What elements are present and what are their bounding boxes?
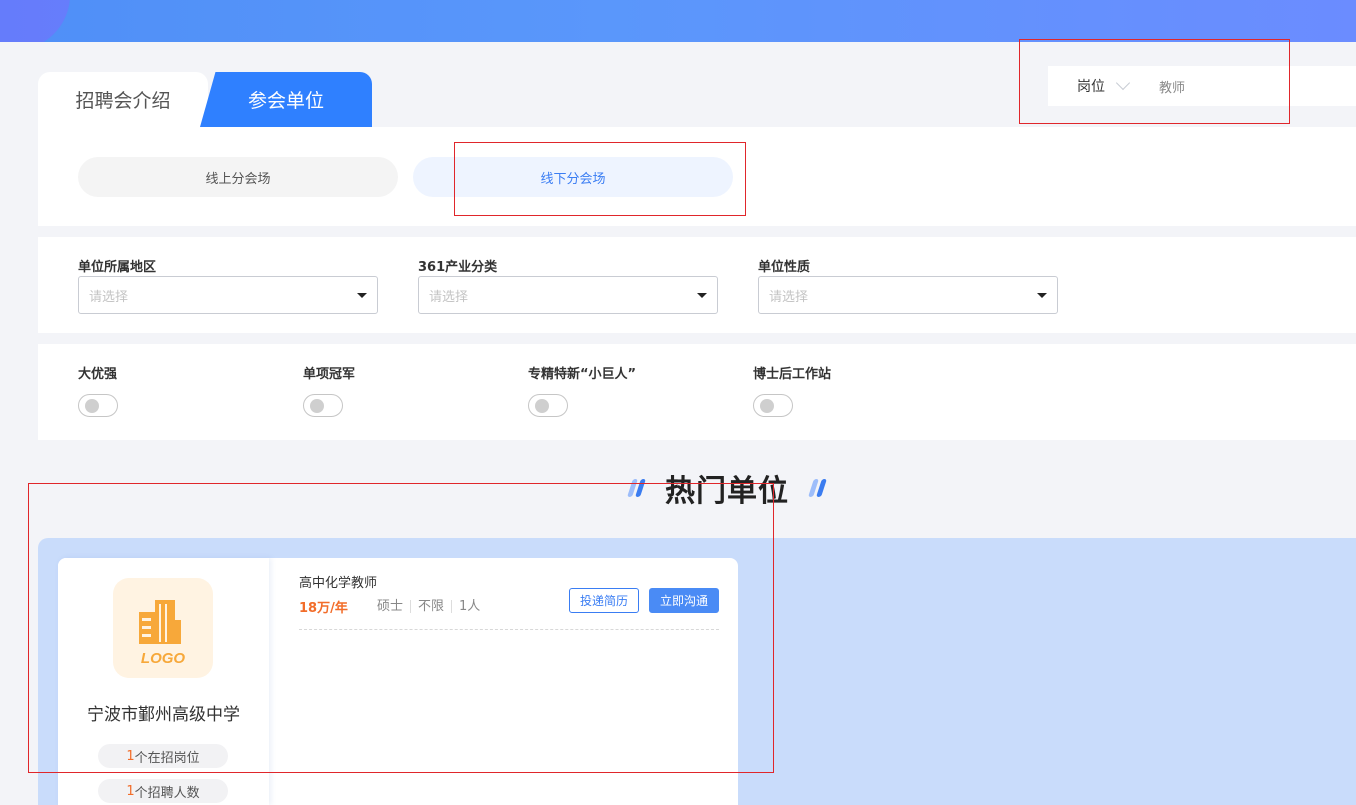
select-placeholder: 请选择 [769,289,809,305]
chevron-down-icon[interactable] [1115,78,1131,94]
hiring-count-label: 个招聘人数 [134,785,200,801]
search-category-select[interactable]: 岗位 [1077,76,1105,96]
toggle-switch[interactable] [78,394,118,417]
search-bar[interactable]: 岗位 教师 [1048,66,1356,106]
filter-panel: 单位所属地区 请选择 361产业分类 请选择 单位性质 请选择 [38,237,1356,333]
top-banner [0,0,1356,42]
toggle-label: 博士后工作站 [753,367,832,382]
online-venue-button[interactable]: 线上分会场 [78,157,398,197]
region-select[interactable]: 请选择 [78,276,378,314]
quote-mark-icon [808,479,827,497]
tab-participating-units[interactable]: 参会单位 [200,72,372,127]
toggle-group: 大优强 [78,363,118,417]
job-headcount: 1人 [451,600,487,613]
unit-summary: LOGO 宁波市鄞州高级中学 1 个在招岗位 1 个招聘人数 [58,558,269,805]
toggle-switch[interactable] [528,394,568,417]
job-experience: 不限 [410,600,451,613]
job-degree: 硕士 [377,599,404,614]
filter-label: 361产业分类 [418,260,498,275]
toggle-group: 单项冠军 [303,363,355,417]
apply-resume-button[interactable]: 投递简历 [568,588,639,613]
unit-nature-filter: 单位性质 请选择 [758,256,1058,314]
building-logo-icon: LOGO [139,600,185,666]
toggle-label: 专精特新“小巨人” [528,367,637,382]
toggle-switch[interactable] [753,394,793,417]
hiring-count: 1 [126,783,135,799]
industry-select[interactable]: 请选择 [418,276,718,314]
toggle-label: 大优强 [78,367,118,382]
filter-label: 单位所属地区 [78,260,157,275]
region-filter: 单位所属地区 请选择 [78,256,378,314]
chat-now-button[interactable]: 立即沟通 [648,588,719,613]
job-salary: 18万/年 [299,601,348,616]
toggle-group: 博士后工作站 [753,363,831,417]
caret-down-icon [1037,293,1047,298]
unit-logo: LOGO [113,578,213,678]
venue-panel: 线上分会场 线下分会场 [38,127,1356,226]
open-positions-count: 1 [126,748,135,764]
toggle-label: 单项冠军 [303,367,356,382]
select-placeholder: 请选择 [429,289,469,305]
unit-card[interactable]: LOGO 宁波市鄞州高级中学 1 个在招岗位 1 个招聘人数 高中化学教师 18万/… [58,558,738,805]
toggle-switch[interactable] [303,394,343,417]
filter-label: 单位性质 [758,260,811,275]
toggle-group: 专精特新“小巨人” [528,363,636,417]
unit-nature-select[interactable]: 请选择 [758,276,1058,314]
job-actions: 投递简历 立即沟通 [568,588,719,613]
toggle-panel: 大优强 单项冠军 专精特新“小巨人” 博士后工作站 [38,344,1356,440]
job-listing[interactable]: 高中化学教师 18万/年 硕士 不限 1人 投递简历 立即沟通 [299,572,719,630]
job-divider [299,629,719,630]
caret-down-icon [357,293,367,298]
quote-mark-icon [627,479,646,497]
hiring-count-badge: 1 个招聘人数 [98,779,228,803]
logo-text: LOGO [141,650,185,666]
tab-fair-intro[interactable]: 招聘会介绍 [38,72,208,127]
unit-name[interactable]: 宁波市鄞州高级中学 [58,700,269,725]
select-placeholder: 请选择 [89,289,129,305]
offline-venue-button[interactable]: 线下分会场 [413,157,733,197]
open-positions-label: 个在招岗位 [134,750,200,766]
section-title-text: 热门单位 [665,474,789,509]
caret-down-icon [697,293,707,298]
industry-filter: 361产业分类 请选择 [418,256,718,314]
banner-decoration [0,0,70,42]
section-title: 热门单位 [627,468,827,509]
search-input[interactable]: 教师 [1159,77,1185,96]
open-positions-badge: 1 个在招岗位 [98,744,228,768]
